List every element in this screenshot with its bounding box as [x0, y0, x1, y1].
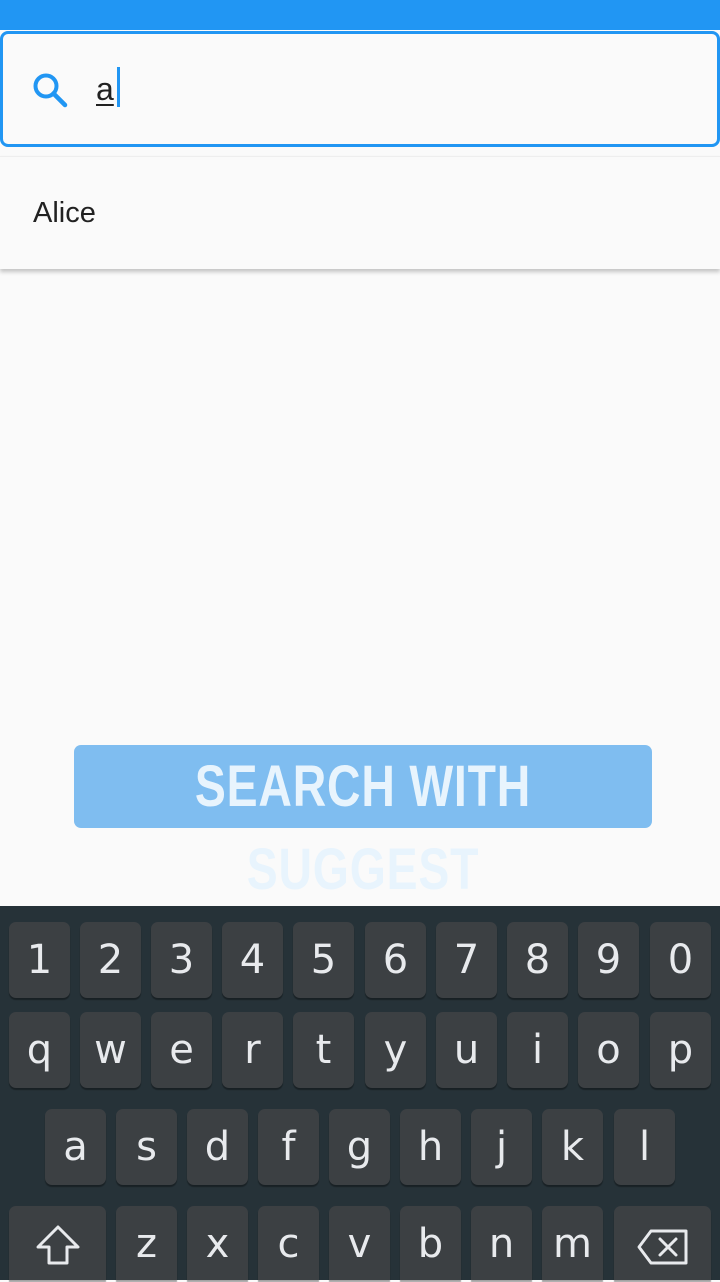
key-k[interactable]: k [542, 1109, 603, 1185]
key-w[interactable]: w [80, 1012, 141, 1088]
key-2[interactable]: 2 [80, 922, 141, 998]
backspace-key[interactable] [614, 1206, 711, 1280]
shift-icon [36, 1225, 80, 1265]
key-a[interactable]: a [45, 1109, 106, 1185]
backspace-icon [637, 1229, 688, 1265]
key-o[interactable]: o [578, 1012, 639, 1088]
key-j[interactable]: j [471, 1109, 532, 1185]
key-u[interactable]: u [436, 1012, 497, 1088]
soft-keyboard: 1 2 3 4 5 6 7 8 9 0 q w e r t y u i o p … [0, 906, 720, 1280]
search-input[interactable]: a [96, 69, 114, 109]
key-7[interactable]: 7 [436, 922, 497, 998]
key-c[interactable]: c [258, 1206, 319, 1280]
key-y[interactable]: y [365, 1012, 426, 1088]
key-g[interactable]: g [329, 1109, 390, 1185]
key-5[interactable]: 5 [293, 922, 354, 998]
key-9[interactable]: 9 [578, 922, 639, 998]
key-q[interactable]: q [9, 1012, 70, 1088]
search-with-suggest-button[interactable]: SEARCH WITH SUGGEST [74, 745, 652, 902]
key-d[interactable]: d [187, 1109, 248, 1185]
status-bar [0, 0, 720, 30]
key-v[interactable]: v [329, 1206, 390, 1280]
key-0[interactable]: 0 [650, 922, 711, 998]
key-e[interactable]: e [151, 1012, 212, 1088]
key-z[interactable]: z [116, 1206, 177, 1280]
key-n[interactable]: n [471, 1206, 532, 1280]
search-box[interactable]: a [0, 31, 720, 147]
key-4[interactable]: 4 [222, 922, 283, 998]
key-h[interactable]: h [400, 1109, 461, 1185]
key-x[interactable]: x [187, 1206, 248, 1280]
text-cursor [117, 67, 120, 107]
key-m[interactable]: m [542, 1206, 603, 1280]
key-6[interactable]: 6 [365, 922, 426, 998]
key-8[interactable]: 8 [507, 922, 568, 998]
key-f[interactable]: f [258, 1109, 319, 1185]
key-1[interactable]: 1 [9, 922, 70, 998]
key-l[interactable]: l [614, 1109, 675, 1185]
search-with-suggest-label: SEARCH WITH SUGGEST [194, 754, 532, 902]
suggestion-item[interactable]: Alice [33, 195, 96, 231]
suggestion-list: Alice [0, 156, 720, 269]
key-p[interactable]: p [650, 1012, 711, 1088]
shift-key[interactable] [9, 1206, 106, 1280]
key-b[interactable]: b [400, 1206, 461, 1280]
key-3[interactable]: 3 [151, 922, 212, 998]
search-icon [33, 73, 68, 108]
key-i[interactable]: i [507, 1012, 568, 1088]
key-t[interactable]: t [293, 1012, 354, 1088]
key-s[interactable]: s [116, 1109, 177, 1185]
key-r[interactable]: r [222, 1012, 283, 1088]
